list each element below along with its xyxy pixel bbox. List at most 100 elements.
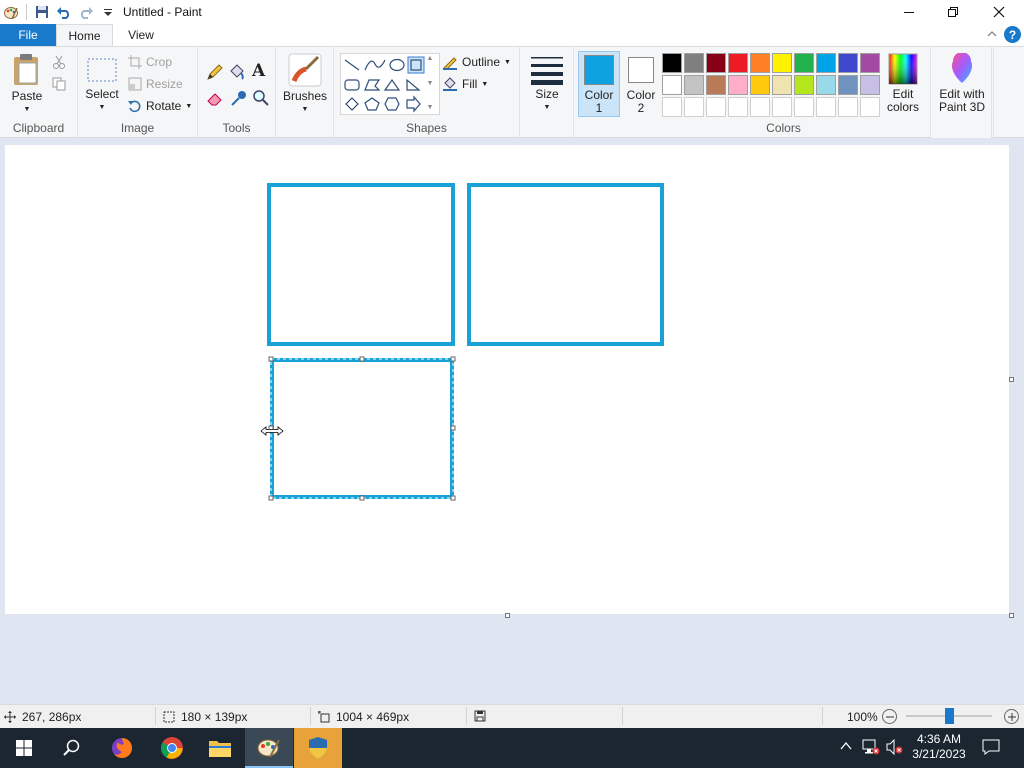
palette-swatch[interactable]	[816, 53, 836, 73]
expand-gallery-icon[interactable]: ▼	[427, 104, 434, 111]
edit-colors-button[interactable]: Edit colors	[884, 53, 922, 114]
tab-view[interactable]: View	[114, 24, 168, 46]
chrome-taskbar-button[interactable]	[148, 728, 196, 768]
palette-swatch[interactable]	[662, 75, 682, 95]
shapes-scroll[interactable]: ▲ ▼ ▼	[424, 55, 436, 111]
arrow-shape-icon	[406, 95, 421, 113]
custom-color-slot[interactable]	[816, 97, 836, 117]
copy-icon[interactable]	[52, 77, 66, 94]
customize-toolbar-icon[interactable]	[97, 1, 119, 23]
color2-button[interactable]: Color 2	[622, 51, 660, 117]
zoom-slider-track[interactable]	[906, 708, 992, 724]
custom-color-slot[interactable]	[662, 97, 682, 117]
move-cursor-icon	[4, 711, 16, 723]
scroll-up-icon[interactable]: ▲	[427, 55, 434, 62]
palette-swatch[interactable]	[772, 75, 792, 95]
close-button[interactable]	[976, 0, 1022, 24]
minimize-button[interactable]	[886, 0, 932, 24]
custom-color-slot[interactable]	[750, 97, 770, 117]
palette-swatch[interactable]	[860, 75, 880, 95]
window-title: Untitled - Paint	[123, 5, 202, 19]
fill-dropdown-icon: ▼	[481, 80, 489, 88]
canvas-resize-handle-bottom[interactable]	[505, 613, 510, 618]
eraser-icon[interactable]	[206, 89, 224, 110]
cut-icon[interactable]	[52, 55, 66, 72]
brushes-button[interactable]: Brushes ▼	[282, 53, 328, 116]
restore-button[interactable]	[930, 0, 976, 24]
file-explorer-taskbar-button[interactable]	[196, 728, 244, 768]
custom-color-slot[interactable]	[684, 97, 704, 117]
network-icon[interactable]	[862, 739, 880, 758]
undo-icon[interactable]	[53, 1, 75, 23]
rotate-label: Rotate	[146, 99, 182, 113]
palette-swatch[interactable]	[728, 53, 748, 73]
custom-color-slot[interactable]	[706, 97, 726, 117]
search-button[interactable]	[48, 728, 96, 768]
custom-color-slot[interactable]	[838, 97, 858, 117]
triangle-shape-icon	[383, 78, 401, 91]
palette-swatch[interactable]	[794, 75, 814, 95]
volume-muted-icon[interactable]	[886, 738, 904, 758]
redo-icon[interactable]	[75, 1, 97, 23]
selection-size-text: 180 × 139px	[181, 710, 248, 724]
custom-color-slot[interactable]	[794, 97, 814, 117]
help-icon[interactable]: ?	[1004, 26, 1021, 43]
paint-taskbar-button[interactable]	[245, 728, 293, 768]
resize-button[interactable]: Resize	[128, 74, 183, 94]
canvas-resize-handle-corner[interactable]	[1009, 613, 1014, 618]
security-taskbar-button[interactable]	[294, 728, 342, 768]
tab-home[interactable]: Home	[56, 24, 113, 47]
paint3d-label-2: Paint 3D	[938, 100, 986, 114]
tray-chevron-icon[interactable]	[840, 740, 852, 755]
palette-swatch[interactable]	[860, 53, 880, 73]
clock[interactable]: 4:36 AM 3/21/2023	[906, 732, 972, 762]
title-bar: Untitled - Paint	[0, 0, 1024, 24]
custom-color-slot[interactable]	[772, 97, 792, 117]
paint-app-icon[interactable]	[0, 1, 22, 23]
size-button[interactable]: Size ▼	[526, 55, 568, 114]
edit-with-paint3d-button[interactable]: Edit with Paint 3D	[933, 52, 991, 114]
palette-swatch[interactable]	[662, 53, 682, 73]
canvas-resize-handle-right[interactable]	[1009, 377, 1014, 382]
fill-bucket-icon[interactable]	[228, 63, 246, 84]
zoom-slider-thumb[interactable]	[944, 708, 954, 724]
paste-button[interactable]: Paste ▼	[6, 53, 48, 116]
select-button[interactable]: Select ▼	[82, 57, 122, 114]
color-picker-icon[interactable]	[230, 89, 248, 110]
rotate-button[interactable]: Rotate ▼	[128, 96, 192, 116]
outline-button[interactable]: Outline ▼	[442, 52, 511, 72]
palette-swatch[interactable]	[684, 75, 704, 95]
custom-color-slot[interactable]	[728, 97, 748, 117]
tab-file[interactable]: File	[0, 24, 56, 46]
start-button[interactable]	[0, 728, 48, 768]
palette-swatch[interactable]	[816, 75, 836, 95]
color1-button[interactable]: Color 1	[578, 51, 620, 117]
drawing-canvas[interactable]	[5, 145, 1009, 614]
palette-swatch[interactable]	[750, 75, 770, 95]
magnifier-icon[interactable]	[252, 89, 270, 110]
crop-label: Crop	[146, 55, 173, 69]
notifications-icon[interactable]	[982, 739, 1000, 758]
zoom-out-button[interactable]	[882, 709, 897, 724]
palette-swatch[interactable]	[772, 53, 792, 73]
zoom-in-button[interactable]	[1004, 709, 1019, 724]
palette-swatch[interactable]	[838, 75, 858, 95]
palette-swatch[interactable]	[750, 53, 770, 73]
collapse-ribbon-icon[interactable]	[986, 28, 998, 42]
palette-swatch[interactable]	[684, 53, 704, 73]
save-icon[interactable]	[31, 1, 53, 23]
palette-swatch[interactable]	[706, 75, 726, 95]
text-tool-icon[interactable]: A	[252, 61, 265, 81]
brushes-dropdown-icon: ▼	[301, 106, 309, 113]
line-shape-icon	[344, 59, 360, 71]
palette-swatch[interactable]	[706, 53, 726, 73]
fill-button[interactable]: Fill ▼	[442, 74, 488, 94]
palette-swatch[interactable]	[728, 75, 748, 95]
crop-button[interactable]: Crop	[128, 52, 172, 72]
custom-color-slot[interactable]	[860, 97, 880, 117]
palette-swatch[interactable]	[794, 53, 814, 73]
scroll-down-icon[interactable]: ▼	[427, 80, 434, 87]
pencil-icon[interactable]	[206, 63, 224, 84]
palette-swatch[interactable]	[838, 53, 858, 73]
firefox-taskbar-button[interactable]	[98, 728, 146, 768]
